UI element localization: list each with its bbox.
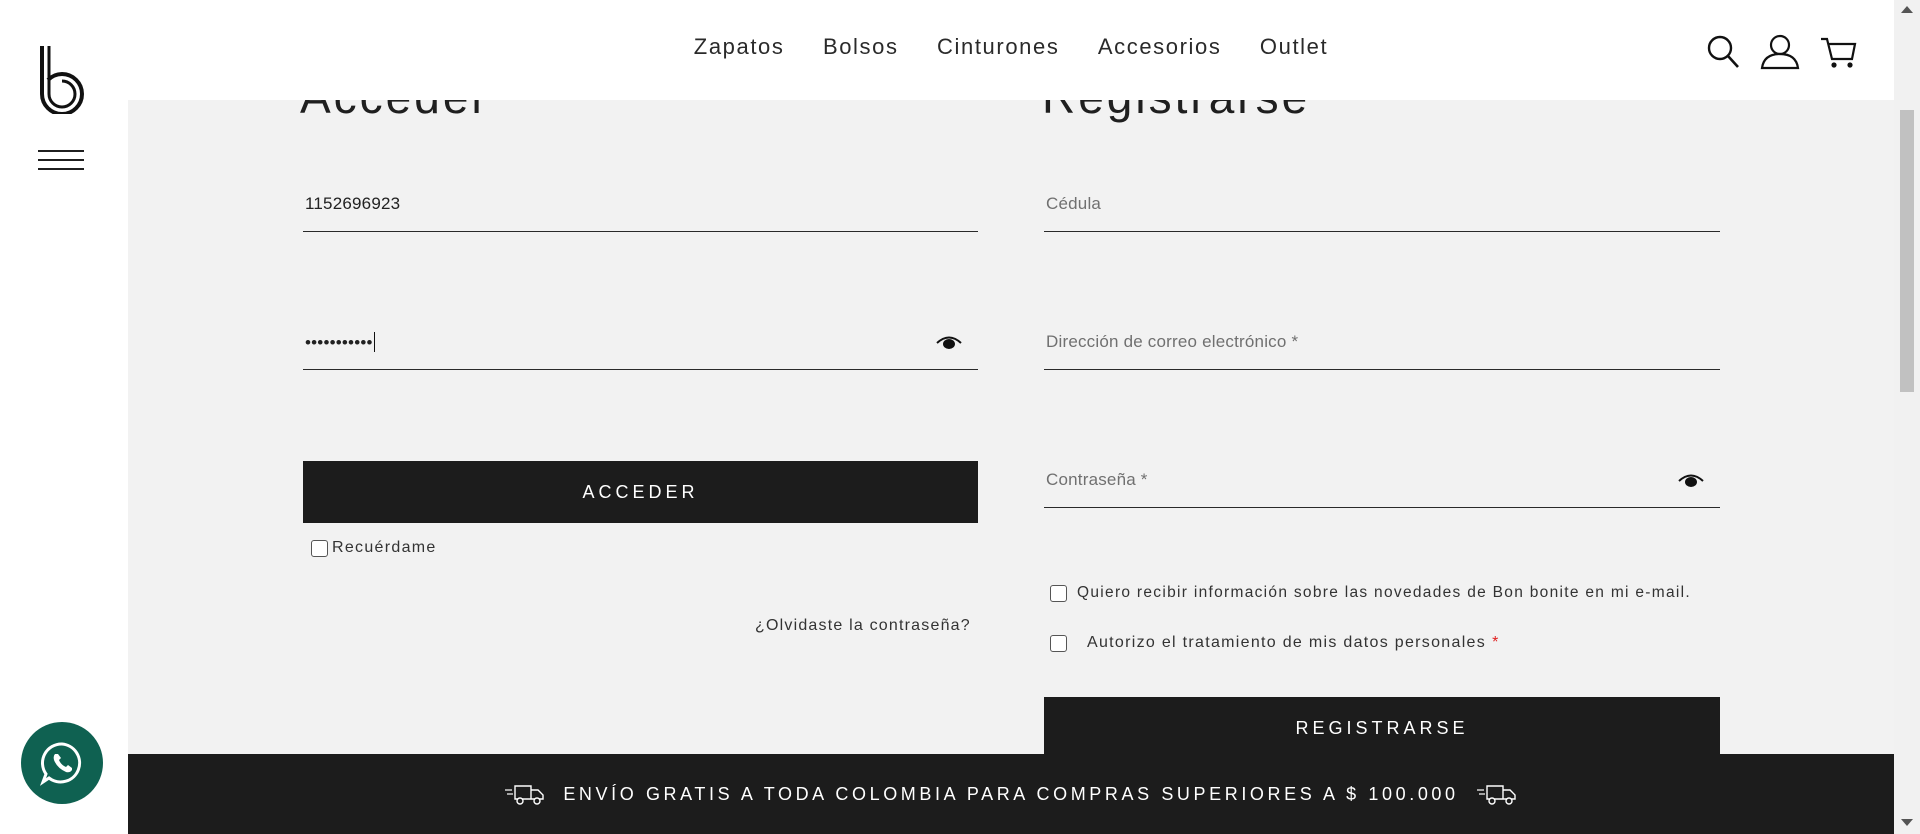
eye-icon[interactable] [1678, 472, 1704, 488]
email-field[interactable]: Dirección de correo electrónico * [1044, 316, 1720, 370]
page-scrollbar[interactable] [1894, 0, 1920, 834]
username-value: 1152696923 [305, 194, 401, 213]
username-field[interactable]: 1152696923 [303, 178, 978, 232]
search-icon[interactable] [1706, 34, 1740, 70]
nav-item-cinturones[interactable]: Cinturones [937, 34, 1059, 60]
newsletter-label: Quiero recibir información sobre las nov… [1077, 584, 1691, 601]
delivery-truck-icon [505, 785, 545, 805]
shipping-banner: ENVÍO GRATIS A TODA COLOMBIA PARA COMPRA… [128, 754, 1894, 834]
account-forms: Acceder Registrarse 1152696923 •••••••••… [128, 100, 1894, 754]
nav-item-bolsos[interactable]: Bolsos [823, 34, 899, 60]
remember-label: Recuérdame [332, 539, 437, 556]
privacy-checkbox[interactable] [1050, 634, 1067, 652]
register-title: Registrarse [1042, 100, 1310, 124]
user-icon[interactable] [1760, 34, 1800, 70]
register-password-placeholder: Contraseña * [1046, 470, 1148, 489]
newsletter-option[interactable]: Quiero recibir información sobre las nov… [1050, 584, 1691, 602]
email-placeholder: Dirección de correo electrónico * [1046, 332, 1299, 351]
brand-logo[interactable] [38, 44, 88, 114]
register-password-field[interactable]: Contraseña * [1044, 454, 1720, 508]
scroll-down-arrow[interactable] [1901, 819, 1913, 826]
cedula-placeholder: Cédula [1046, 194, 1102, 213]
password-value: ••••••••••• [305, 333, 373, 352]
cart-icon[interactable] [1820, 34, 1858, 70]
forgot-password-link[interactable]: ¿Olvidaste la contraseña? [755, 617, 971, 635]
eye-icon[interactable] [936, 334, 962, 350]
login-button[interactable]: ACCEDER [303, 461, 978, 523]
remember-checkbox[interactable] [311, 539, 328, 557]
left-sidebar [0, 0, 128, 834]
site-header: Zapatos Bolsos Cinturones Accesorios Out… [128, 0, 1894, 100]
privacy-option[interactable]: Autorizo el tratamiento de mis datos per… [1050, 634, 1500, 652]
scroll-thumb[interactable] [1900, 110, 1914, 392]
newsletter-checkbox[interactable] [1050, 584, 1067, 602]
privacy-label: Autorizo el tratamiento de mis datos per… [1087, 634, 1487, 651]
main-nav: Zapatos Bolsos Cinturones Accesorios Out… [128, 34, 1894, 60]
login-title: Acceder [300, 100, 490, 124]
nav-item-zapatos[interactable]: Zapatos [694, 34, 785, 60]
cedula-field[interactable]: Cédula [1044, 178, 1720, 232]
hamburger-icon[interactable] [38, 150, 84, 172]
scroll-up-arrow[interactable] [1901, 6, 1913, 13]
whatsapp-icon [39, 742, 82, 786]
register-button[interactable]: REGISTRARSE [1044, 697, 1720, 754]
nav-item-accesorios[interactable]: Accesorios [1098, 34, 1222, 60]
whatsapp-button[interactable] [21, 722, 103, 804]
delivery-truck-icon [1476, 785, 1516, 805]
login-password-field[interactable]: ••••••••••• [303, 316, 978, 370]
required-mark: * [1492, 634, 1500, 651]
remember-me[interactable]: Recuérdame [311, 539, 437, 557]
nav-item-outlet[interactable]: Outlet [1260, 34, 1328, 60]
header-actions [1706, 34, 1858, 70]
shipping-banner-text: ENVÍO GRATIS A TODA COLOMBIA PARA COMPRA… [563, 783, 1459, 804]
